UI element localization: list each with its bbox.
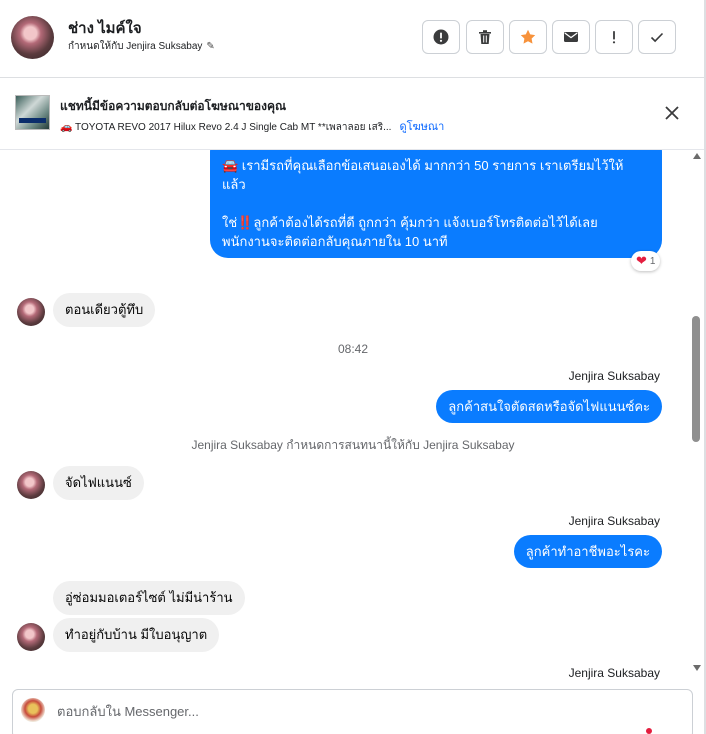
double-exclamation-icon: ‼️ — [237, 215, 254, 230]
message-line: ใช่‼️ลูกค้าต้องได้รถที่ดี ถูกกว่า คุ้มกว… — [222, 215, 598, 230]
notification-dot — [646, 728, 652, 734]
message-bubble-incoming[interactable]: อู่ซ่อมมอเตอร์ไซต์ ไม่มีน่าร้าน — [53, 581, 245, 615]
sender-name: Jenjira Suksabay — [568, 666, 660, 680]
exclamation-icon — [612, 31, 616, 44]
ad-thumbnail[interactable] — [15, 95, 50, 130]
ad-description: 🚗 TOYOTA REVO 2017 Hilux Revo 2.4 J Sing… — [60, 122, 392, 133]
info-circle-icon — [433, 29, 449, 45]
pencil-icon[interactable]: ✎ — [206, 41, 214, 52]
assignment-text: กำหนดให้กับ Jenjira Suksabay — [68, 41, 203, 52]
contact-name[interactable]: ช่าง ไมค์ใจ — [68, 16, 142, 40]
message-line: 🚘 เรามีรถที่คุณเลือกข้อเสนอเองได้ มากกว่… — [222, 158, 624, 173]
message-bubble-incoming[interactable]: ทำอยู่กับบ้าน มีใบอนุญาต — [53, 618, 220, 652]
ad-reply-banner: แชทนี้มีข้อความตอบกลับต่อโฆษณาของคุณ 🚗 T… — [0, 78, 706, 150]
scroll-up-arrow-icon[interactable] — [693, 153, 701, 159]
contact-avatar-small — [17, 471, 45, 499]
ad-banner-subtitle: 🚗 TOYOTA REVO 2017 Hilux Revo 2.4 J Sing… — [60, 117, 444, 135]
assignment-label[interactable]: กำหนดให้กับ Jenjira Suksabay ✎ — [68, 39, 215, 54]
message-bubble-outgoing[interactable]: ลูกค้าทำอาชีพอะไรคะ — [513, 535, 662, 568]
message-bubble-incoming[interactable]: ตอนเดียวตู้ทึบ — [53, 293, 156, 327]
heart-icon: ❤ — [636, 253, 647, 268]
message-reaction[interactable]: ❤ 1 — [631, 251, 661, 271]
message-bubble-outgoing[interactable]: 🚘 เรามีรถที่คุณเลือกข้อเสนอเองได้ มากกว่… — [210, 150, 662, 258]
ad-banner-title: แชทนี้มีข้อความตอบกลับต่อโฆษณาของคุณ — [60, 99, 287, 113]
sender-name: Jenjira Suksabay — [568, 369, 660, 383]
reaction-count: 1 — [649, 255, 656, 267]
mark-done-button[interactable] — [638, 20, 676, 54]
contact-avatar[interactable] — [11, 16, 54, 59]
reply-composer[interactable] — [12, 689, 693, 734]
envelope-icon — [564, 32, 578, 42]
delete-button[interactable] — [466, 20, 504, 54]
mark-unread-button[interactable] — [552, 20, 590, 54]
report-button[interactable] — [422, 20, 460, 54]
contact-avatar-small — [17, 298, 45, 326]
conversation-header: ช่าง ไมค์ใจ กำหนดให้กับ Jenjira Suksabay… — [0, 0, 706, 78]
sender-name: Jenjira Suksabay — [568, 514, 660, 528]
system-assignment-note: Jenjira Suksabay กำหนดการสนทนานี้ให้กับ … — [191, 438, 515, 452]
message-bubble-incoming[interactable]: จัดไฟแนนซ์ — [53, 466, 144, 500]
close-icon[interactable] — [663, 104, 681, 122]
scrollbar-thumb[interactable] — [692, 316, 700, 442]
message-bubble-outgoing[interactable]: ลูกค้าสนใจตัดสดหรือจัดไฟแนนซ์คะ — [436, 390, 662, 423]
message-line: พนักงานจะติดต่อกลับคุณภายใน 10 นาที — [222, 234, 448, 249]
star-icon — [520, 29, 536, 44]
checkmark-icon — [650, 32, 664, 43]
page-avatar — [21, 698, 45, 722]
trash-icon — [479, 30, 491, 44]
star-button[interactable] — [509, 20, 547, 54]
scroll-down-arrow-icon[interactable] — [693, 665, 701, 671]
message-thread[interactable]: 🚘 เรามีรถที่คุณเลือกข้อเสนอเองได้ มากกว่… — [0, 150, 706, 682]
message-timestamp: 08:42 — [337, 342, 369, 356]
reply-input[interactable] — [57, 700, 617, 722]
view-ad-link[interactable]: ดูโฆษณา — [399, 121, 444, 133]
contact-avatar-small — [17, 623, 45, 651]
follow-up-button[interactable] — [595, 20, 633, 54]
message-line: แล้ว — [222, 177, 246, 192]
